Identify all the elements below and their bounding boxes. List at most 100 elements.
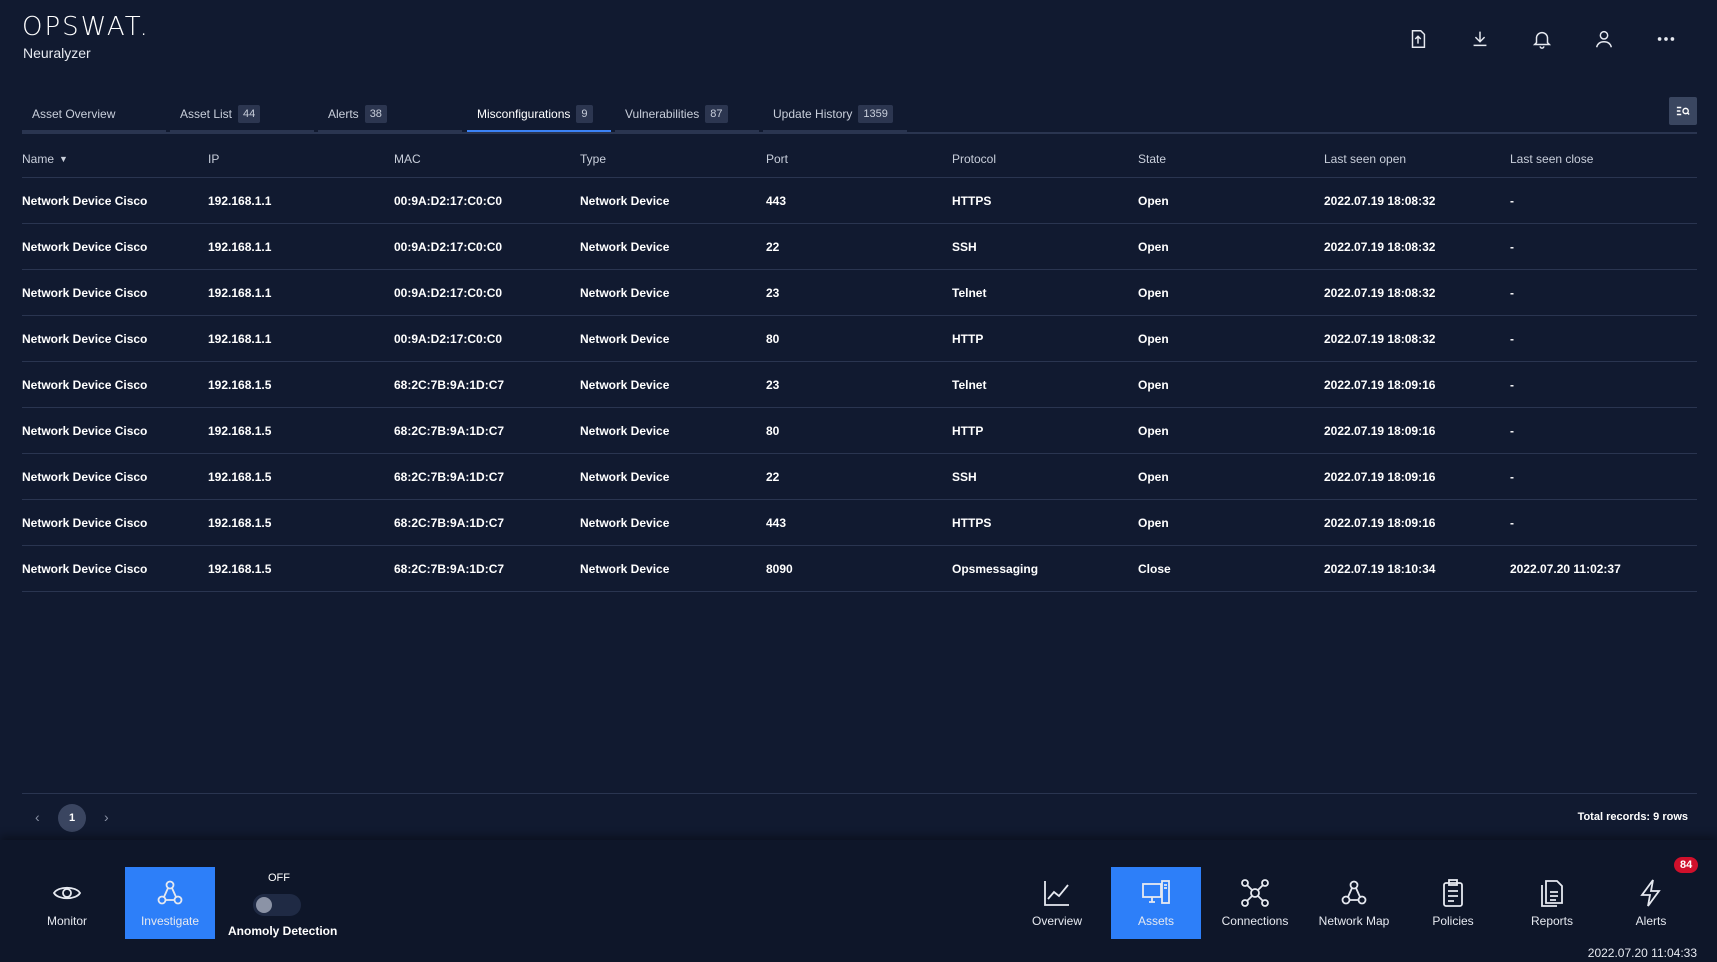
nav-alerts[interactable]: Alerts bbox=[1606, 867, 1696, 939]
column-header-port[interactable]: Port bbox=[766, 152, 952, 166]
nav-assets[interactable]: Assets bbox=[1111, 867, 1201, 939]
tab-label: Misconfigurations bbox=[477, 107, 571, 121]
tab-vulnerabilities[interactable]: Vulnerabilities 87 bbox=[615, 98, 759, 132]
cell-protocol: Opsmessaging bbox=[952, 561, 1039, 576]
cell-type: Network Device bbox=[580, 561, 670, 576]
cell-ip: 192.168.1.5 bbox=[208, 515, 272, 530]
cell-last-seen-close: 2022.07.20 11:02:37 bbox=[1510, 561, 1621, 576]
column-header-state[interactable]: State bbox=[1138, 152, 1324, 166]
cell-ip: 192.168.1.1 bbox=[208, 239, 272, 254]
nav-overview[interactable]: Overview bbox=[1012, 867, 1102, 939]
cell-port: 8090 bbox=[766, 561, 793, 576]
nav-policies[interactable]: Policies bbox=[1408, 867, 1498, 939]
cell-port: 443 bbox=[766, 193, 787, 208]
cell-type: Network Device bbox=[580, 285, 670, 300]
column-header-ip[interactable]: IP bbox=[208, 152, 394, 166]
anomaly-detection-toggle-group: OFF Anomoly Detection bbox=[228, 872, 337, 942]
cell-type: Network Device bbox=[580, 515, 670, 530]
cell-last-seen-open: 2022.07.19 18:10:34 bbox=[1324, 561, 1436, 576]
alerts-count-badge: 84 bbox=[1674, 857, 1699, 873]
column-header-last-seen-open[interactable]: Last seen open bbox=[1324, 152, 1510, 166]
cell-last-seen-open: 2022.07.19 18:08:32 bbox=[1324, 193, 1436, 208]
table-row[interactable]: Network Device Cisco 192.168.1.1 00:9A:D2:… bbox=[22, 316, 1697, 362]
tab-update-history[interactable]: Update History 1359 bbox=[763, 98, 907, 132]
tab-label: Update History bbox=[773, 107, 853, 121]
cell-state: Open bbox=[1138, 285, 1169, 300]
tab-asset-list[interactable]: Asset List 44 bbox=[170, 98, 314, 132]
cell-ip: 192.168.1.1 bbox=[208, 285, 272, 300]
download-icon[interactable] bbox=[1449, 24, 1511, 54]
cell-mac: 68:2C:7B:9A:1D:C7 bbox=[394, 515, 505, 530]
anomaly-detection-toggle[interactable] bbox=[253, 894, 301, 916]
search-filter-icon bbox=[1676, 106, 1690, 116]
tab-alerts[interactable]: Alerts 38 bbox=[318, 98, 462, 132]
nav-network-map[interactable]: Network Map bbox=[1309, 867, 1399, 939]
column-header-mac[interactable]: MAC bbox=[394, 152, 580, 166]
user-icon[interactable] bbox=[1573, 24, 1635, 54]
cell-mac: 00:9A:D2:17:C0:C0 bbox=[394, 239, 503, 254]
table-row[interactable]: Network Device Cisco 192.168.1.1 00:9A:D2:… bbox=[22, 224, 1697, 270]
column-header-name[interactable]: Name ▼ bbox=[22, 152, 208, 166]
cell-port: 80 bbox=[766, 331, 780, 346]
table-row[interactable]: Network Device Cisco 192.168.1.5 68:2C:7B:… bbox=[22, 500, 1697, 546]
cell-name: Network Device Cisco bbox=[22, 285, 148, 300]
app-header: OPSWAT. Neuralyzer bbox=[0, 0, 1717, 90]
cell-ip: 192.168.1.5 bbox=[208, 469, 272, 484]
column-header-last-seen-close[interactable]: Last seen close bbox=[1510, 152, 1696, 166]
more-icon[interactable] bbox=[1635, 24, 1697, 54]
table-row[interactable]: Network Device Cisco 192.168.1.5 68:2C:7B:… bbox=[22, 362, 1697, 408]
cell-type: Network Device bbox=[580, 423, 670, 438]
next-page-icon[interactable]: › bbox=[104, 809, 109, 825]
cell-port: 443 bbox=[766, 515, 787, 530]
cell-type: Network Device bbox=[580, 331, 670, 346]
nav-label: Alerts bbox=[1635, 914, 1667, 928]
table-row[interactable]: Network Device Cisco 192.168.1.5 68:2C:7B:… bbox=[22, 546, 1697, 592]
nav-investigate[interactable]: Investigate bbox=[125, 867, 215, 939]
tab-asset-overview[interactable]: Asset Overview bbox=[22, 98, 166, 132]
upload-file-icon[interactable] bbox=[1387, 24, 1449, 54]
cell-mac: 00:9A:D2:17:C0:C0 bbox=[394, 331, 503, 346]
sort-desc-icon: ▼ bbox=[59, 153, 68, 164]
cell-protocol: SSH bbox=[952, 239, 977, 254]
cell-last-seen-close: - bbox=[1510, 285, 1514, 300]
bottom-nav-bar: Monitor Investigate OFF Anomoly Detectio… bbox=[0, 840, 1717, 962]
table-row[interactable]: Network Device Cisco 192.168.1.5 68:2C:7B:… bbox=[22, 408, 1697, 454]
table-row[interactable]: Network Device Cisco 192.168.1.1 00:9A:D2:… bbox=[22, 270, 1697, 316]
cell-name: Network Device Cisco bbox=[22, 239, 148, 254]
column-header-type[interactable]: Type bbox=[580, 152, 766, 166]
column-header-protocol[interactable]: Protocol bbox=[952, 152, 1138, 166]
tab-misconfigurations[interactable]: Misconfigurations 9 bbox=[467, 98, 611, 132]
nav-monitor[interactable]: Monitor bbox=[22, 867, 112, 939]
cell-mac: 00:9A:D2:17:C0:C0 bbox=[394, 285, 503, 300]
tab-label: Vulnerabilities bbox=[625, 107, 700, 121]
nav-label: Monitor bbox=[46, 914, 87, 928]
cell-last-seen-open: 2022.07.19 18:09:16 bbox=[1324, 423, 1436, 438]
table-header: Name ▼ IP MAC Type Port Protocol State La… bbox=[22, 140, 1697, 178]
nav-label: Investigate bbox=[140, 914, 200, 928]
tab-count-badge: 44 bbox=[238, 105, 261, 123]
table-row[interactable]: Network Device Cisco 192.168.1.5 68:2C:7B:… bbox=[22, 454, 1697, 500]
bell-icon[interactable] bbox=[1511, 24, 1573, 54]
cell-port: 23 bbox=[766, 377, 780, 392]
cell-last-seen-open: 2022.07.19 18:09:16 bbox=[1324, 469, 1436, 484]
toggle-state-label: OFF bbox=[268, 872, 290, 884]
nav-reports[interactable]: Reports bbox=[1507, 867, 1597, 939]
search-filter-button[interactable] bbox=[1669, 97, 1697, 125]
table-row[interactable]: Network Device Cisco 192.168.1.1 00:9A:D2:… bbox=[22, 178, 1697, 224]
nav-connections[interactable]: Connections bbox=[1210, 867, 1300, 939]
nav-label: Reports bbox=[1530, 914, 1574, 928]
nav-label: Assets bbox=[1137, 914, 1174, 928]
cell-protocol: HTTP bbox=[952, 423, 984, 438]
tab-count-badge: 1359 bbox=[858, 105, 893, 123]
cell-name: Network Device Cisco bbox=[22, 515, 148, 530]
tab-count-badge: 87 bbox=[705, 105, 728, 123]
line-chart-icon bbox=[1044, 881, 1069, 906]
cell-protocol: HTTPS bbox=[952, 193, 992, 208]
reports-icon bbox=[1541, 880, 1563, 907]
page-1-button[interactable]: 1 bbox=[58, 804, 86, 832]
cell-last-seen-close: - bbox=[1510, 331, 1514, 346]
cell-protocol: Telnet bbox=[952, 285, 987, 300]
cell-mac: 68:2C:7B:9A:1D:C7 bbox=[394, 561, 505, 576]
prev-page-icon[interactable]: ‹ bbox=[35, 809, 40, 825]
cell-ip: 192.168.1.1 bbox=[208, 193, 272, 208]
